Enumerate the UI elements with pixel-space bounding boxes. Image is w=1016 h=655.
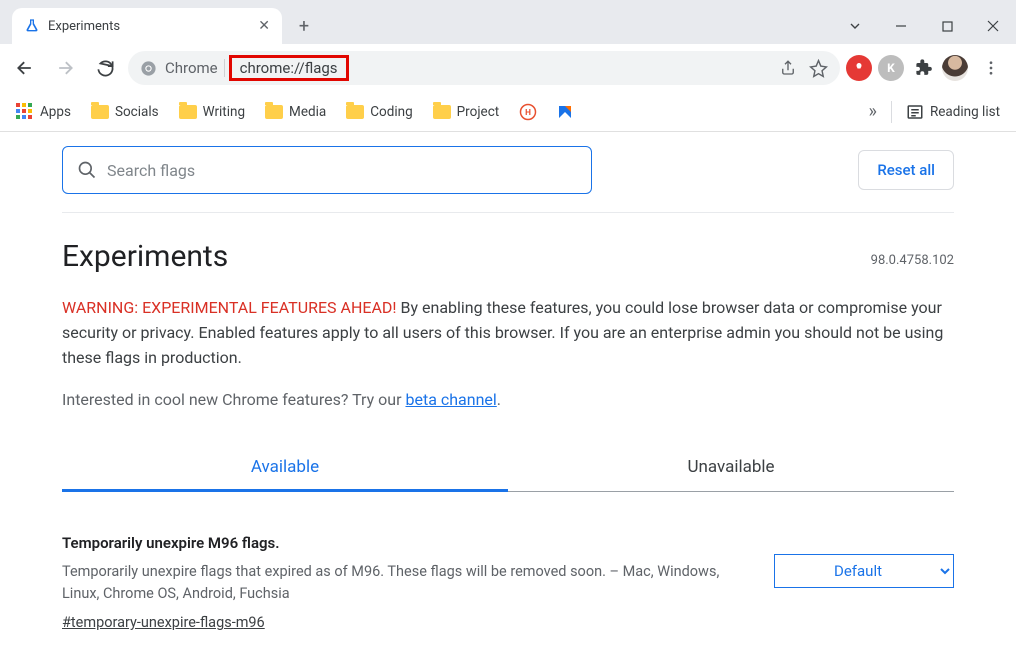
search-flags-input[interactable]: Search flags: [62, 146, 592, 194]
share-icon[interactable]: [779, 59, 797, 77]
svg-text:H: H: [525, 108, 531, 118]
flag-name: Temporarily unexpire M96 flags.: [62, 532, 750, 555]
beta-channel-line: Interested in cool new Chrome features? …: [62, 390, 954, 409]
chrome-icon: [140, 60, 157, 77]
search-placeholder: Search flags: [107, 161, 195, 180]
reset-all-button[interactable]: Reset all: [858, 150, 954, 190]
flask-icon: [24, 18, 40, 34]
forward-button: [48, 51, 82, 85]
flag-anchor-link[interactable]: #temporary-unexpire-flags-m96: [62, 612, 265, 634]
folder-icon: [433, 105, 451, 119]
window-close[interactable]: [970, 8, 1016, 44]
browser-tab[interactable]: Experiments ✕: [12, 8, 282, 44]
flag-tabs: Available Unavailable: [62, 445, 954, 492]
profile-avatar[interactable]: [942, 55, 968, 81]
url-highlight: chrome://flags: [229, 55, 349, 81]
reload-button[interactable]: [88, 51, 122, 85]
bookmark-folder[interactable]: Project: [433, 104, 500, 120]
apps-shortcut[interactable]: Apps: [16, 103, 71, 121]
titlebar: Experiments ✕ +: [0, 0, 1016, 44]
page-title: Experiments: [62, 239, 228, 274]
bookmark-folder[interactable]: Socials: [91, 104, 159, 120]
address-bar[interactable]: Chrome chrome://flags: [128, 51, 840, 85]
flag-entry: Temporarily unexpire M96 flags. Temporar…: [62, 532, 954, 634]
bookmarks-overflow[interactable]: »: [869, 101, 877, 122]
folder-icon: [346, 105, 364, 119]
warning-text: WARNING: EXPERIMENTAL FEATURES AHEAD! By…: [62, 296, 954, 370]
flag-state-select[interactable]: Default: [774, 554, 954, 588]
bookmark-icon-h[interactable]: H: [519, 103, 537, 121]
window-maximize[interactable]: [924, 8, 970, 44]
reading-list-icon: [906, 103, 924, 121]
chrome-version: 98.0.4758.102: [871, 253, 954, 268]
tab-close-icon[interactable]: ✕: [258, 18, 270, 34]
apps-label: Apps: [40, 104, 71, 120]
extensions-button[interactable]: [910, 55, 936, 81]
folder-icon: [91, 105, 109, 119]
back-button[interactable]: [8, 51, 42, 85]
extension-k[interactable]: K: [878, 55, 904, 81]
toolbar: Chrome chrome://flags K: [0, 44, 1016, 92]
tab-search-button[interactable]: [832, 8, 878, 44]
bookmark-icon-blue[interactable]: [557, 104, 573, 120]
bookmark-folder[interactable]: Coding: [346, 104, 412, 120]
extension-adblock[interactable]: [846, 55, 872, 81]
new-tab-button[interactable]: +: [288, 10, 320, 42]
tab-title: Experiments: [48, 19, 250, 34]
beta-channel-link[interactable]: beta channel: [405, 390, 496, 409]
omnibox-chip: Chrome: [165, 59, 225, 77]
folder-icon: [265, 105, 283, 119]
flag-description: Temporarily unexpire flags that expired …: [62, 563, 719, 602]
reading-list-button[interactable]: Reading list: [906, 103, 1000, 121]
page-content: Search flags Reset all Experiments 98.0.…: [14, 132, 1002, 655]
tab-unavailable[interactable]: Unavailable: [508, 445, 954, 491]
chrome-menu-button[interactable]: [974, 51, 1008, 85]
tab-available[interactable]: Available: [62, 445, 508, 492]
bookmarks-bar: Apps Socials Writing Media Coding Projec…: [0, 92, 1016, 132]
omnibox-url: chrome://flags: [240, 59, 338, 77]
folder-icon: [179, 105, 197, 119]
bookmark-folder[interactable]: Media: [265, 104, 326, 120]
search-icon: [77, 160, 97, 180]
warning-red: WARNING: EXPERIMENTAL FEATURES AHEAD!: [62, 298, 397, 317]
window-minimize[interactable]: [878, 8, 924, 44]
apps-icon: [16, 103, 34, 121]
bookmark-folder[interactable]: Writing: [179, 104, 245, 120]
star-icon[interactable]: [809, 59, 828, 78]
